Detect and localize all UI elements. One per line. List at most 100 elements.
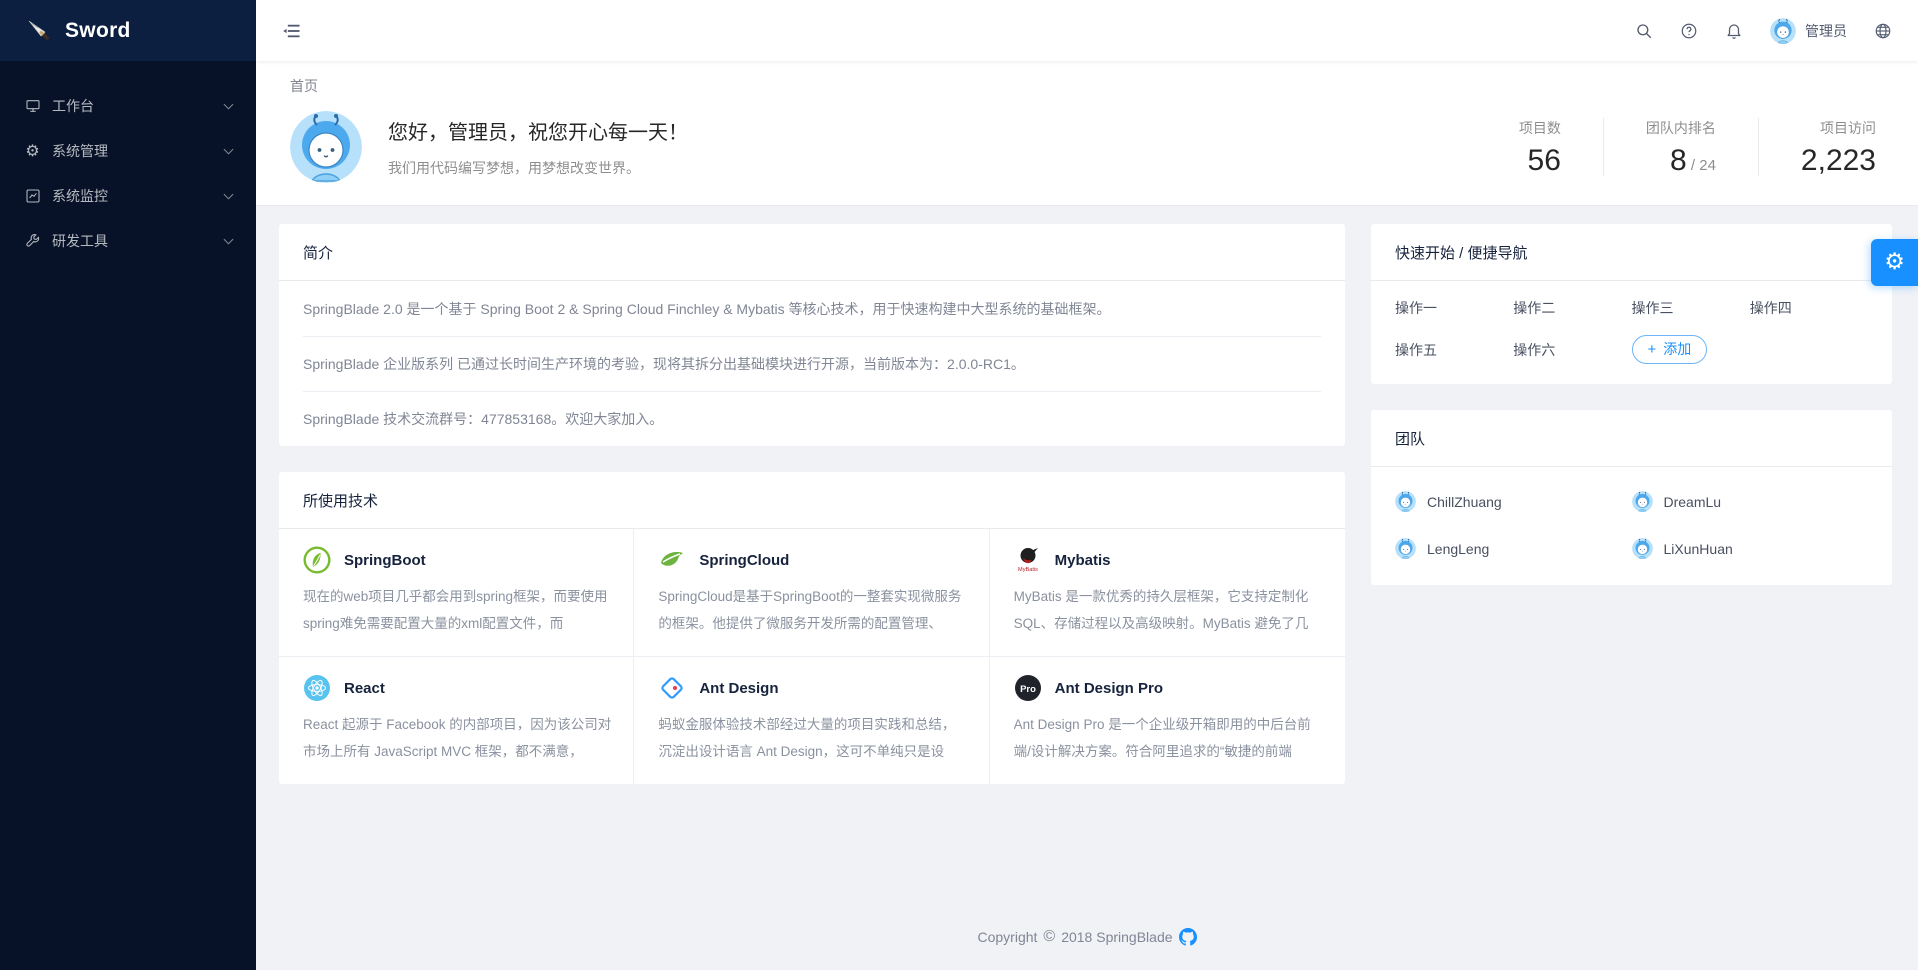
quick-link-5[interactable]: 操作五	[1395, 340, 1513, 360]
tech-name: Mybatis	[1055, 552, 1111, 569]
stat-value: 8	[1670, 144, 1687, 177]
tech-desc: SpringCloud是基于SpringBoot的一整套实现微服务的框架。他提供…	[658, 583, 966, 637]
team-member-lixunhuan[interactable]: LiXunHuan	[1632, 538, 1869, 559]
stat-label: 项目数	[1519, 118, 1561, 138]
wrench-icon	[24, 232, 41, 249]
member-avatar	[1395, 491, 1416, 512]
svg-text:MyBatis: MyBatis	[1018, 567, 1038, 573]
ant-design-pro-icon: Pro	[1014, 674, 1042, 702]
bell-icon[interactable]	[1725, 22, 1743, 40]
intro-card: 简介 SpringBlade 2.0 是一个基于 Spring Boot 2 &…	[279, 224, 1345, 446]
react-icon	[303, 674, 331, 702]
add-button-label: 添加	[1663, 339, 1691, 359]
tech-name: SpringCloud	[699, 552, 789, 569]
quick-link-2[interactable]: 操作二	[1513, 298, 1631, 318]
tech-grid: SpringBoot 现在的web项目几乎都会用到spring框架，而要使用sp…	[279, 529, 1345, 784]
right-column: 快速开始 / 便捷导航 操作一 操作二 操作三 操作四 操作五 操作六 +	[1371, 224, 1892, 585]
sidebar-item-label: 工作台	[52, 96, 94, 116]
sidebar-item-dev-tools[interactable]: 研发工具	[0, 218, 256, 263]
stat-project-visits: 项目访问 2,223	[1758, 118, 1886, 176]
quick-start-card: 快速开始 / 便捷导航 操作一 操作二 操作三 操作四 操作五 操作六 +	[1371, 224, 1892, 384]
tech-item-springcloud: SpringCloud SpringCloud是基于SpringBoot的一整套…	[634, 529, 989, 657]
quick-link-6[interactable]: 操作六	[1513, 340, 1631, 360]
member-name: LengLeng	[1427, 541, 1489, 557]
team-member-dreamlu[interactable]: DreamLu	[1632, 491, 1869, 512]
app-layout: Sword 工作台 ⚙ 系统管理 系统监控	[0, 0, 1918, 970]
stat-team-rank: 团队内排名 8 / 24	[1603, 118, 1758, 176]
sword-logo-icon	[26, 18, 52, 44]
cards-grid: 简介 SpringBlade 2.0 是一个基于 Spring Boot 2 &…	[256, 206, 1918, 784]
member-name: DreamLu	[1664, 494, 1722, 510]
footer: Copyright © 2018 SpringBlade	[256, 912, 1918, 970]
stat-label: 项目访问	[1801, 118, 1876, 138]
page-content: 首页 您好，管理员，祝您开心每一天！ 我们用代码编写梦想，用梦想改变世界。 项目…	[256, 61, 1918, 970]
breadcrumb[interactable]: 首页	[290, 76, 318, 96]
member-name: LiXunHuan	[1664, 541, 1733, 557]
springboot-icon	[303, 546, 331, 574]
gear-icon: ⚙	[24, 142, 41, 159]
tech-name: Ant Design Pro	[1055, 680, 1163, 697]
stat-projects: 项目数 56	[1477, 118, 1603, 176]
tech-desc: 现在的web项目几乎都会用到spring框架，而要使用spring难免需要配置大…	[303, 583, 611, 637]
sidebar: Sword 工作台 ⚙ 系统管理 系统监控	[0, 0, 256, 970]
tech-item-springboot: SpringBoot 现在的web项目几乎都会用到spring框架，而要使用sp…	[279, 529, 634, 657]
team-member-chillzhuang[interactable]: ChillZhuang	[1395, 491, 1632, 512]
main-area: 管理员 首页 您好，管理员，祝您开心每一天！ 我们用代码编写梦想，用梦想改变世界…	[256, 0, 1918, 970]
team-member-lengleng[interactable]: LengLeng	[1395, 538, 1632, 559]
quick-link-4[interactable]: 操作四	[1750, 298, 1868, 318]
tech-desc: Ant Design Pro 是一个企业级开箱即用的中后台前端/设计解决方案。符…	[1014, 711, 1323, 765]
tech-name: SpringBoot	[344, 552, 426, 569]
tech-desc: MyBatis 是一款优秀的持久层框架，它支持定制化 SQL、存储过程以及高级映…	[1014, 583, 1323, 637]
tech-desc: 蚂蚁金服体验技术部经过大量的项目实践和总结，沉淀出设计语言 Ant Design…	[658, 711, 966, 765]
tech-item-ant-design: Ant Design 蚂蚁金服体验技术部经过大量的项目实践和总结，沉淀出设计语言…	[634, 657, 989, 784]
tech-name: React	[344, 680, 385, 697]
tech-card: 所使用技术 SpringBoot 现在的web项目几乎都会用到spring框架，…	[279, 472, 1345, 784]
team-card-title: 团队	[1371, 410, 1892, 467]
topbar-actions: 管理员	[1635, 18, 1892, 44]
language-icon[interactable]	[1874, 22, 1892, 40]
quick-link-1[interactable]: 操作一	[1395, 298, 1513, 318]
plus-icon: +	[1648, 342, 1657, 357]
add-button[interactable]: + 添加	[1632, 335, 1708, 364]
quick-link-3[interactable]: 操作三	[1632, 298, 1750, 318]
search-icon[interactable]	[1635, 22, 1653, 40]
sidebar-item-label: 系统管理	[52, 141, 108, 161]
chevron-down-icon	[224, 189, 234, 199]
github-icon[interactable]	[1179, 928, 1197, 946]
sidebar-item-label: 研发工具	[52, 231, 108, 251]
stat-value: 56	[1528, 144, 1561, 177]
intro-paragraph: SpringBlade 技术交流群号：477853168。欢迎大家加入。	[303, 391, 1321, 446]
footer-brand: 2018 SpringBlade	[1061, 929, 1172, 945]
user-menu[interactable]: 管理员	[1770, 18, 1847, 44]
welcome-subtitle: 我们用代码编写梦想，用梦想改变世界。	[388, 158, 688, 178]
welcome-section: 首页 您好，管理员，祝您开心每一天！ 我们用代码编写梦想，用梦想改变世界。 项目…	[256, 61, 1918, 206]
member-name: ChillZhuang	[1427, 494, 1502, 510]
help-icon[interactable]	[1680, 22, 1698, 40]
monitor-chart-icon	[24, 187, 41, 204]
app-logo[interactable]: Sword	[0, 0, 256, 61]
welcome-texts: 您好，管理员，祝您开心每一天！ 我们用代码编写梦想，用梦想改变世界。	[388, 116, 688, 178]
tech-item-mybatis: MyBatis Mybatis MyBatis 是一款优秀的持久层框架，它支持定…	[990, 529, 1345, 657]
quick-links: 操作一 操作二 操作三 操作四 操作五 操作六 + 添加	[1395, 298, 1868, 364]
member-avatar	[1632, 491, 1653, 512]
intro-paragraph: SpringBlade 2.0 是一个基于 Spring Boot 2 & Sp…	[303, 281, 1321, 336]
app-title: Sword	[65, 19, 131, 43]
intro-paragraph: SpringBlade 企业版系列 已通过长时间生产环境的考验，现将其拆分出基础…	[303, 336, 1321, 391]
stat-value: 2,223	[1801, 144, 1876, 177]
menu-fold-icon[interactable]	[282, 21, 302, 41]
gear-icon: ⚙	[1884, 251, 1905, 274]
sidebar-item-workbench[interactable]: 工作台	[0, 83, 256, 128]
sidebar-item-system-monitor[interactable]: 系统监控	[0, 173, 256, 218]
welcome-avatar	[290, 111, 362, 183]
tech-item-react: React React 起源于 Facebook 的内部项目，因为该公司对市场上…	[279, 657, 634, 784]
team-card: 团队 ChillZhuang DreamLu	[1371, 410, 1892, 585]
intro-card-title: 简介	[279, 224, 1345, 281]
welcome-title: 您好，管理员，祝您开心每一天！	[388, 116, 688, 145]
sidebar-item-system-admin[interactable]: ⚙ 系统管理	[0, 128, 256, 173]
user-avatar	[1770, 18, 1796, 44]
member-avatar	[1395, 538, 1416, 559]
topbar: 管理员	[256, 0, 1918, 61]
theme-settings-button[interactable]: ⚙	[1871, 239, 1918, 286]
sidebar-menu: 工作台 ⚙ 系统管理 系统监控 研发工具	[0, 61, 256, 263]
svg-text:Pro: Pro	[1020, 684, 1036, 695]
